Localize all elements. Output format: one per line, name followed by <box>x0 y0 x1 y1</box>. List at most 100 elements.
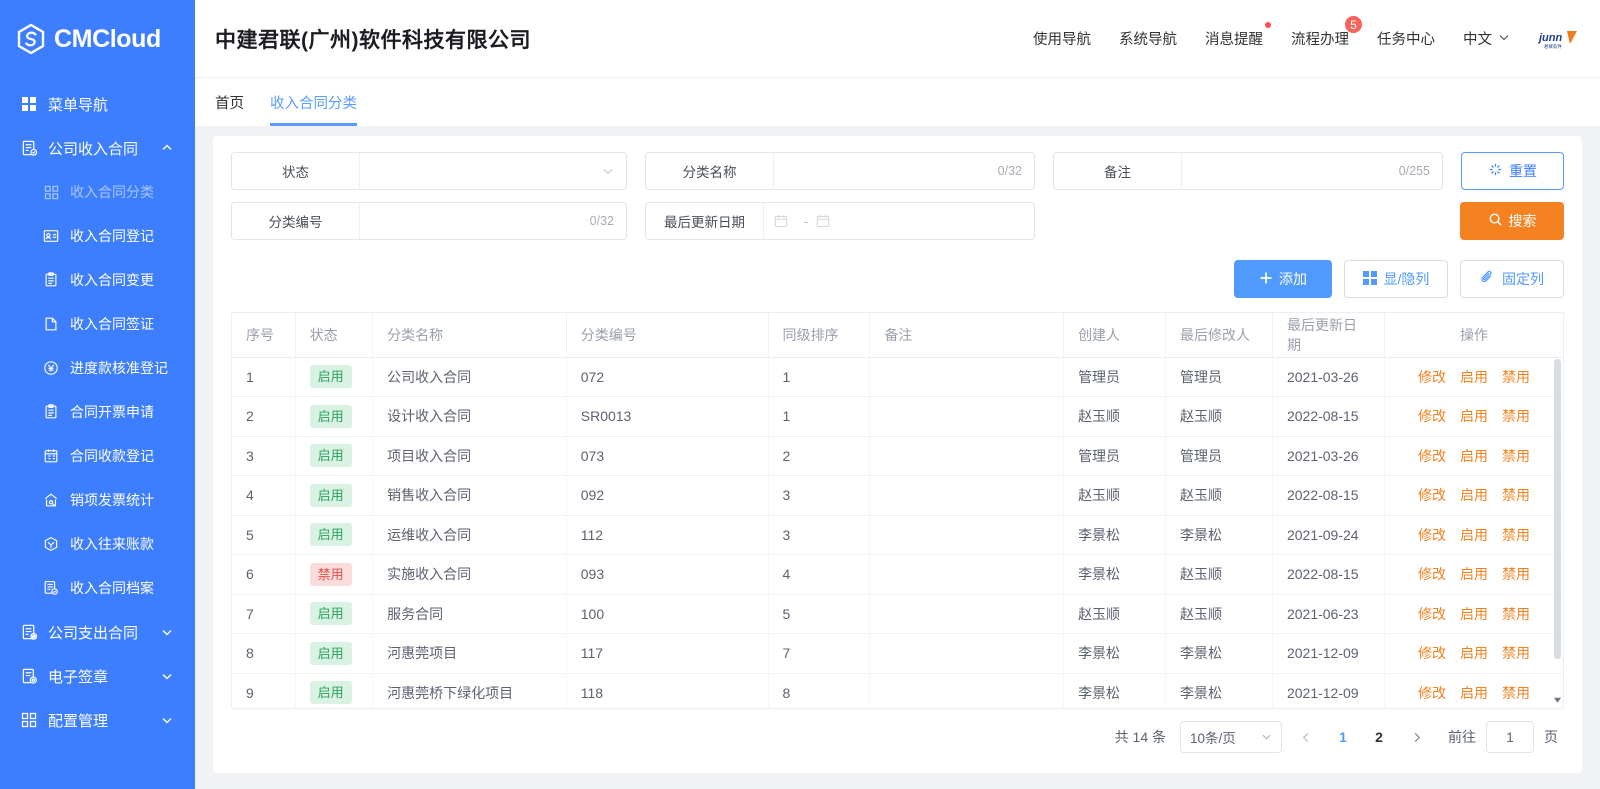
column-header-update-date[interactable]: 最后更新日期 <box>1272 313 1386 358</box>
row-disable-link[interactable]: 禁用 <box>1502 683 1530 703</box>
table-row[interactable]: 7 启用 服务合同 100 5 赵玉顺 赵玉顺 2021-06-23 修改 启用 禁用 <box>232 594 1563 634</box>
header-link-message-alerts[interactable]: 消息提醒 <box>1205 22 1271 49</box>
row-enable-link[interactable]: 启用 <box>1460 604 1488 624</box>
cell-sort-order: 1 <box>768 357 871 397</box>
filter-category-code[interactable]: 分类编号 0/32 <box>231 202 627 240</box>
header-link-usage-guide[interactable]: 使用导航 <box>1033 28 1091 49</box>
sidebar-group-income-contract[interactable]: 公司收入合同 <box>0 126 195 170</box>
sidebar-item-contract-invoice-application[interactable]: 合同开票申请 <box>20 390 195 434</box>
row-edit-link[interactable]: 修改 <box>1418 367 1446 387</box>
column-header-state[interactable]: 状态 <box>295 313 374 358</box>
top-header: 中建君联(广州)软件科技有限公司 使用导航 系统导航 消息提醒 流程办理 5 任… <box>195 0 1600 78</box>
pagination-next-button[interactable] <box>1402 722 1430 752</box>
row-enable-link[interactable]: 启用 <box>1460 564 1488 584</box>
sidebar-item-income-contract-category[interactable]: 收入合同分类 <box>20 170 195 214</box>
row-enable-link[interactable]: 启用 <box>1460 525 1488 545</box>
row-edit-link[interactable]: 修改 <box>1418 485 1446 505</box>
filter-category-name-input[interactable]: 0/32 <box>774 153 1034 189</box>
row-edit-link[interactable]: 修改 <box>1418 446 1446 466</box>
pagination-page-1[interactable]: 1 <box>1330 722 1356 752</box>
row-disable-link[interactable]: 禁用 <box>1502 406 1530 426</box>
table-row[interactable]: 8 启用 河惠莞项目 117 7 李景松 李景松 2021-12-09 修改 启用 禁用 <box>232 633 1563 674</box>
sidebar-item-progress-payment-approval[interactable]: 进度款核准登记 <box>20 346 195 390</box>
sidebar-item-menu-nav[interactable]: 菜单导航 <box>0 82 195 126</box>
table-row[interactable]: 4 启用 销售收入合同 092 3 赵玉顺 赵玉顺 2022-08-15 修改 启用 禁用 <box>232 475 1563 516</box>
row-edit-link[interactable]: 修改 <box>1418 525 1446 545</box>
row-disable-link[interactable]: 禁用 <box>1502 367 1530 387</box>
row-enable-link[interactable]: 启用 <box>1460 643 1488 663</box>
header-link-process-handling[interactable]: 流程办理 5 <box>1291 15 1363 49</box>
row-edit-link[interactable]: 修改 <box>1418 406 1446 426</box>
row-disable-link[interactable]: 禁用 <box>1502 485 1530 505</box>
fixed-columns-button[interactable]: 固定列 <box>1460 260 1564 298</box>
sidebar-group-config-management[interactable]: 配置管理 <box>0 698 195 742</box>
row-disable-link[interactable]: 禁用 <box>1502 525 1530 545</box>
status-badge: 启用 <box>309 602 352 626</box>
row-edit-link[interactable]: 修改 <box>1418 643 1446 663</box>
table-row[interactable]: 5 启用 运维收入合同 112 3 李景松 李景松 2021-09-24 修改 启用 禁用 <box>232 515 1563 555</box>
column-header-index[interactable]: 序号 <box>232 313 296 358</box>
filter-status[interactable]: 状态 <box>231 152 627 190</box>
cell-category-code: 092 <box>566 475 769 516</box>
column-header-code[interactable]: 分类编号 <box>566 313 769 358</box>
table-scroll-down-arrow[interactable] <box>1553 691 1562 703</box>
language-selector[interactable]: 中文 <box>1463 28 1510 49</box>
add-button[interactable]: 添加 <box>1234 260 1332 298</box>
header-link-system-guide[interactable]: 系统导航 <box>1119 28 1177 49</box>
sidebar-item-income-contract-change[interactable]: 收入合同变更 <box>20 258 195 302</box>
column-header-modifier[interactable]: 最后修改人 <box>1165 313 1273 358</box>
sidebar-item-income-contract-register[interactable]: 收入合同登记 <box>20 214 195 258</box>
row-disable-link[interactable]: 禁用 <box>1502 564 1530 584</box>
row-enable-link[interactable]: 启用 <box>1460 406 1488 426</box>
table-row[interactable]: 9 启用 河惠莞桥下绿化项目 118 8 李景松 李景松 2021-12-09 修改 启用 禁用 <box>232 673 1563 708</box>
pagination-page-2[interactable]: 2 <box>1366 722 1392 752</box>
table-row[interactable]: 6 禁用 实施收入合同 093 4 李景松 赵玉顺 2022-08-15 修改 启用 禁用 <box>232 554 1563 595</box>
junny-brand-logo[interactable]: junn 君联软件 <box>1538 26 1582 52</box>
sidebar-item-income-receivables[interactable]: 收入往来账款 <box>20 522 195 566</box>
sidebar-item-output-invoice-statistics[interactable]: 销项发票统计 <box>20 478 195 522</box>
column-header-creator[interactable]: 创建人 <box>1063 313 1166 358</box>
row-enable-link[interactable]: 启用 <box>1460 446 1488 466</box>
pagination-goto-input[interactable]: 1 <box>1486 721 1534 753</box>
filter-category-code-input[interactable]: 0/32 <box>360 203 626 239</box>
header-link-task-center[interactable]: 任务中心 <box>1377 28 1435 49</box>
column-header-operations[interactable]: 操作 <box>1384 313 1563 358</box>
table-row[interactable]: 2 启用 设计收入合同 SR0013 1 赵玉顺 赵玉顺 2022-08-15 修改 启用 禁用 <box>232 396 1563 437</box>
sidebar-item-income-contract-visa[interactable]: 收入合同签证 <box>20 302 195 346</box>
sidebar-group-electronic-seal[interactable]: 电子签章 <box>0 654 195 698</box>
reset-button[interactable]: 重置 <box>1461 152 1564 190</box>
pagination-prev-button[interactable] <box>1292 722 1320 752</box>
column-header-remark[interactable]: 备注 <box>869 313 1065 358</box>
table-vertical-scrollbar[interactable] <box>1554 359 1561 699</box>
column-header-sort[interactable]: 同级排序 <box>768 313 871 358</box>
tab-home[interactable]: 首页 <box>215 92 244 126</box>
row-enable-link[interactable]: 启用 <box>1460 683 1488 703</box>
row-edit-link[interactable]: 修改 <box>1418 604 1446 624</box>
sidebar-item-contract-receipt-register[interactable]: 合同收款登记 <box>20 434 195 478</box>
search-button[interactable]: 搜索 <box>1460 202 1564 240</box>
row-disable-link[interactable]: 禁用 <box>1502 643 1530 663</box>
page-size-select[interactable]: 10条/页 <box>1180 721 1282 753</box>
row-edit-link[interactable]: 修改 <box>1418 683 1446 703</box>
row-edit-link[interactable]: 修改 <box>1418 564 1446 584</box>
sidebar-item-income-contract-archive[interactable]: 收入合同档案 <box>20 566 195 610</box>
sidebar-group-expense-contract[interactable]: 公司支出合同 <box>0 610 195 654</box>
row-disable-link[interactable]: 禁用 <box>1502 604 1530 624</box>
cell-operations: 修改 启用 禁用 <box>1384 396 1563 437</box>
filter-date-range[interactable]: - <box>764 203 1034 239</box>
scrollbar-thumb[interactable] <box>1554 359 1561 659</box>
filter-remark[interactable]: 备注 0/255 <box>1053 152 1443 190</box>
filter-category-name[interactable]: 分类名称 0/32 <box>645 152 1035 190</box>
app-logo[interactable]: CMCloud <box>0 0 195 78</box>
filter-status-select[interactable] <box>360 153 626 189</box>
show-hide-columns-button[interactable]: 显/隐列 <box>1344 260 1448 298</box>
table-row[interactable]: 3 启用 项目收入合同 073 2 管理员 管理员 2021-03-26 修改 启用 禁用 <box>232 436 1563 476</box>
row-disable-link[interactable]: 禁用 <box>1502 446 1530 466</box>
row-enable-link[interactable]: 启用 <box>1460 485 1488 505</box>
row-enable-link[interactable]: 启用 <box>1460 367 1488 387</box>
table-row[interactable]: 1 启用 公司收入合同 072 1 管理员 管理员 2021-03-26 修改 启用 禁用 <box>232 357 1563 397</box>
tab-income-contract-category[interactable]: 收入合同分类 <box>270 92 357 126</box>
filter-last-update-date[interactable]: 最后更新日期 - <box>645 202 1035 240</box>
filter-remark-input[interactable]: 0/255 <box>1182 153 1442 189</box>
column-header-name[interactable]: 分类名称 <box>372 313 567 358</box>
